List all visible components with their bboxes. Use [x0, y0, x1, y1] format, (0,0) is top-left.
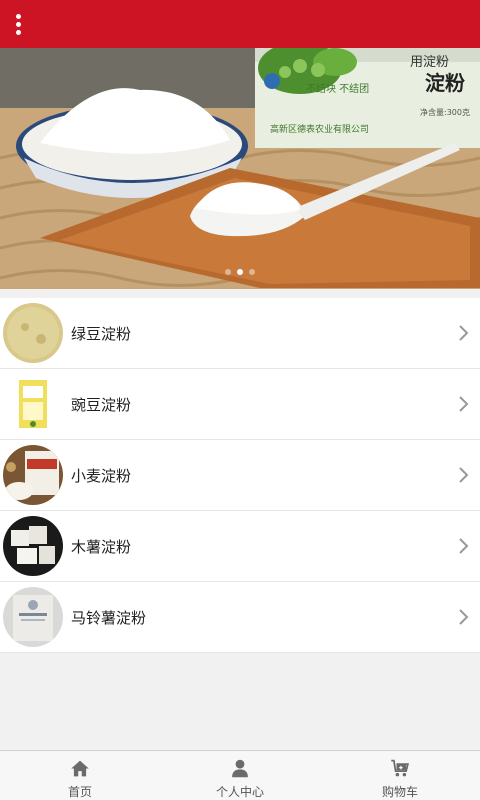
product-label: 木薯淀粉: [71, 537, 132, 556]
carousel-indicators: [0, 269, 480, 275]
chevron-right-icon: [459, 325, 469, 341]
product-thumb: [3, 303, 63, 363]
product-thumb: [3, 516, 63, 576]
product-thumb: [3, 445, 63, 505]
banner-image: 用淀粉 淀粉 不结块 不结团 净含量:300克 高新区德表农业有限公司: [0, 48, 480, 289]
carousel-dot[interactable]: [249, 269, 255, 275]
chevron-right-icon: [459, 467, 469, 483]
more-vertical-icon-dot: [15, 29, 21, 35]
carousel-dot[interactable]: [225, 269, 231, 275]
cart-icon: [391, 759, 409, 777]
home-icon: [71, 760, 89, 777]
tab-label: 首页: [67, 785, 92, 799]
tab-label: 个人中心: [215, 785, 264, 799]
package-text-4: 净含量:300克: [420, 107, 470, 117]
more-vertical-icon: [15, 13, 21, 19]
product-label: 马铃薯淀粉: [71, 608, 147, 627]
product-list: 绿豆淀粉 豌豆淀粉 小麦淀粉 木薯淀粉 马铃薯淀粉: [0, 298, 480, 653]
package-text-1: 用淀粉: [410, 55, 449, 70]
list-item[interactable]: 马铃薯淀粉: [0, 582, 480, 653]
chevron-right-icon: [459, 609, 469, 625]
carousel-dot-active[interactable]: [237, 269, 243, 275]
tab-profile[interactable]: 个人中心: [160, 751, 320, 800]
package-text-2: 淀粉: [425, 71, 465, 95]
list-item[interactable]: 绿豆淀粉: [0, 298, 480, 369]
product-thumb: [3, 587, 63, 647]
list-item[interactable]: 豌豆淀粉: [0, 369, 480, 440]
chevron-right-icon: [459, 538, 469, 554]
product-label: 豌豆淀粉: [71, 395, 132, 414]
banner-carousel[interactable]: 用淀粉 淀粉 不结块 不结团 净含量:300克 高新区德表农业有限公司: [0, 48, 480, 289]
package-text-3: 不结块 不结团: [306, 82, 369, 95]
package-text-5: 高新区德表农业有限公司: [270, 123, 369, 135]
list-item[interactable]: 小麦淀粉: [0, 440, 480, 511]
list-item[interactable]: 木薯淀粉: [0, 511, 480, 582]
app-header: [0, 0, 480, 48]
more-vertical-icon-dot: [15, 21, 21, 27]
tab-label: 购物车: [381, 785, 418, 799]
bottom-tab-bar: 首页 个人中心 购物车: [0, 750, 480, 800]
tab-home[interactable]: 首页: [0, 751, 160, 800]
user-icon: [232, 759, 248, 778]
product-thumb: [3, 374, 63, 434]
product-label: 小麦淀粉: [71, 466, 132, 485]
tab-cart[interactable]: 购物车: [320, 751, 480, 800]
chevron-right-icon: [459, 396, 469, 412]
product-label: 绿豆淀粉: [71, 324, 132, 343]
more-menu-button[interactable]: [8, 8, 28, 40]
